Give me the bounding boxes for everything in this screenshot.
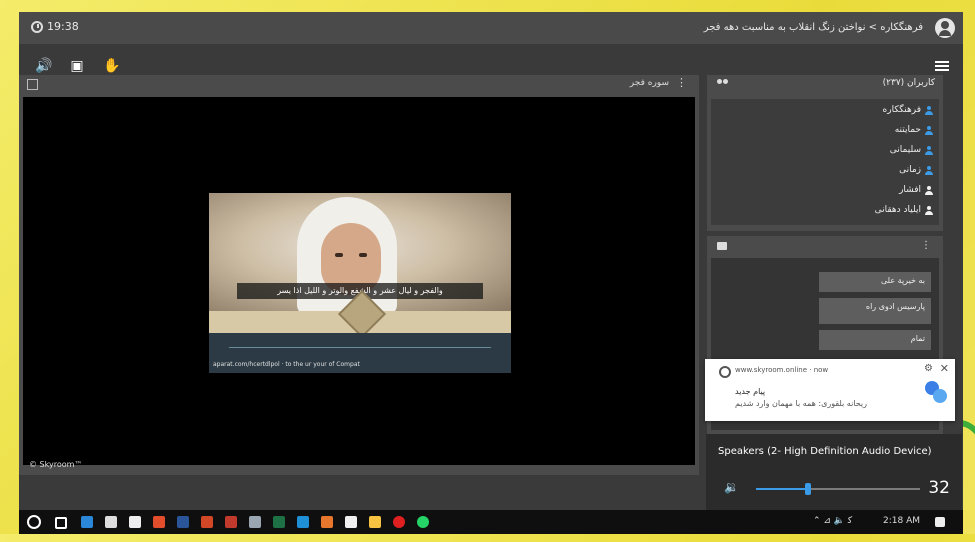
video-frame[interactable]: والفجر و لیال عشر و الشفع والوتر و اللیل… [209,193,511,373]
user-icon [925,145,933,155]
participants-title: کاربران (۲۳۷) [882,78,935,88]
app-icon[interactable] [345,516,357,528]
taskbar-clock[interactable]: 2:18 AM [883,516,920,526]
start-icon[interactable] [27,515,41,529]
fullscreen-icon[interactable] [27,79,38,90]
menu-icon[interactable] [935,61,949,71]
volume-value: 32 [928,478,950,498]
paint-icon[interactable] [249,516,261,528]
screen-share-icon[interactable]: ▣ [69,58,85,74]
user-icon [925,105,933,115]
top-bar: 19:38 فرهنگکاره > نواختن زنگ انقلاب به م… [19,12,963,44]
close-icon[interactable]: ✕ [940,362,949,375]
users-icon [717,79,729,87]
audio-device-label: Speakers (2- High Definition Audio Devic… [718,446,932,457]
chat-icon [717,242,727,250]
video-stage: والفجر و لیال عشر و الشفع والوتر و اللیل… [23,97,695,465]
system-tray-icons[interactable]: ⌃ ⊿ 🔈 ﮐ [813,516,852,526]
powerpoint-icon[interactable] [201,516,213,528]
excel-icon[interactable] [273,516,285,528]
clock-time: 19:38 [47,20,79,33]
participant-item[interactable]: ایلیاد دهقانی [875,205,933,215]
notification-toast[interactable]: www.skyroom.online · now ⚙ ✕ پیام جدید ر… [705,359,955,421]
notifications-icon[interactable] [935,517,945,527]
user-icon [925,185,933,195]
participant-item[interactable]: زمانی [899,165,933,175]
notification-source: www.skyroom.online · now [735,366,829,374]
volume-flyout: Speakers (2- High Definition Audio Devic… [706,434,962,510]
chat-message: پارسیس ادوی راه [819,298,931,324]
chat-options-icon[interactable]: ⋮ [921,240,931,251]
store-icon[interactable] [105,516,117,528]
chrome-icon[interactable] [153,516,165,528]
chat-message: تمام [819,330,931,350]
account-icon[interactable] [935,18,955,38]
breadcrumb: فرهنگکاره > نواختن زنگ انقلاب به مناسبت … [703,22,923,33]
chat-message: به خیرپة علی [819,272,931,292]
user-icon [925,125,933,135]
skyroom-logo-icon [925,381,947,403]
whatsapp-icon[interactable] [417,516,429,528]
volume-slider-fill [756,488,809,490]
mail-icon[interactable] [129,516,141,528]
ie-icon[interactable] [297,516,309,528]
participant-item[interactable]: سلیمانی [890,145,933,155]
file-explorer-icon[interactable] [369,516,381,528]
speaker-icon[interactable]: 🔉 [724,480,739,494]
participant-item[interactable]: فرهنگکاره [883,105,933,115]
volume-slider[interactable] [756,483,920,495]
access-icon[interactable] [225,516,237,528]
video-panel: سوره فجر ⋮ والفجر و لیال عشر و الشفع وال… [19,75,699,475]
participants-panel: کاربران (۲۳۷) فرهنگکاره حمایتنه سلیمانی … [707,75,943,231]
opera-icon[interactable] [393,516,405,528]
notification-title: پیام جدید [735,387,766,396]
participants-list: فرهنگکاره حمایتنه سلیمانی زمانی افشار ای… [711,99,939,225]
windows-taskbar: ⌃ ⊿ 🔈 ﮐ 2:18 AM [19,510,963,534]
clock-icon [31,20,43,33]
browser-icon [719,366,731,378]
copyright: © Skyroom™ [29,460,83,469]
video-panel-header: سوره فجر ⋮ [19,75,699,93]
edge-icon[interactable] [81,516,93,528]
participant-item[interactable]: حمایتنه [895,125,933,135]
video-title: سوره فجر [629,78,669,88]
more-options-icon[interactable]: ⋮ [676,76,687,89]
settings-icon[interactable]: ⚙ [924,363,933,374]
volume-slider-thumb[interactable] [805,483,812,495]
word-icon[interactable] [177,516,189,528]
notification-message: ریحانه بلقوری: همه با مهمان وارد شدیم [735,399,868,408]
speaker-icon[interactable]: 🔊 [35,58,52,74]
raise-hand-icon[interactable]: ✋ [103,58,120,74]
user-icon [925,205,933,215]
task-view-icon[interactable] [55,517,67,529]
user-icon [925,165,933,175]
firefox-icon[interactable] [321,516,333,528]
participant-item[interactable]: افشار [899,185,933,195]
video-url: aparat.com/hcertdlpol · to the ur your o… [213,361,360,368]
clock: 19:38 [31,20,79,33]
